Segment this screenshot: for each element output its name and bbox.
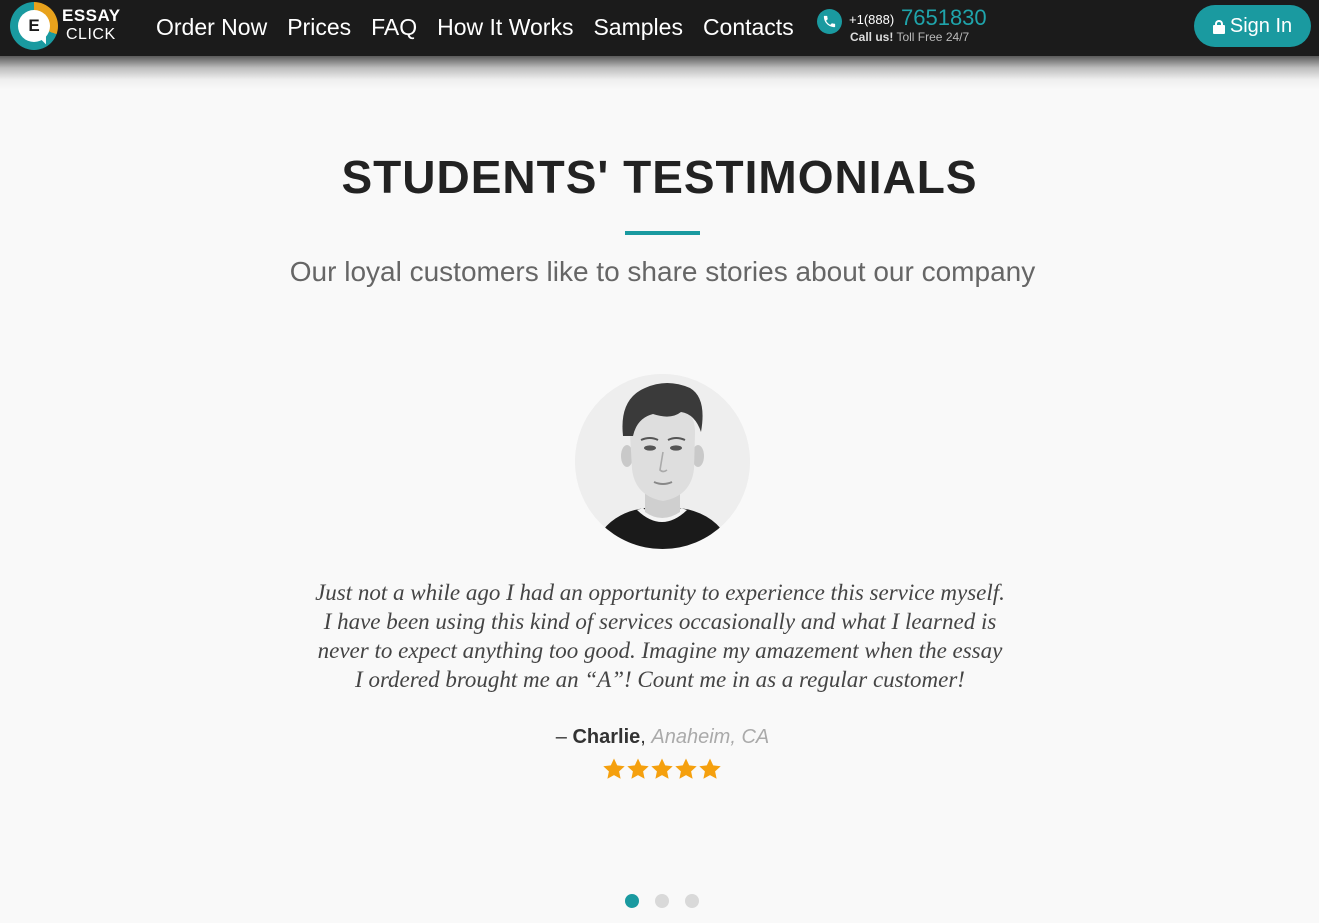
- title-divider: [625, 231, 700, 235]
- toll-free-label: Toll Free 24/7: [896, 30, 970, 44]
- star-icon: [627, 758, 649, 779]
- author-location: Anaheim, CA: [651, 726, 770, 748]
- star-icon: [651, 758, 673, 779]
- nav-samples[interactable]: Samples: [583, 14, 692, 41]
- logo-text-click: CLICK: [66, 26, 116, 43]
- star-icon: [699, 758, 721, 779]
- lock-icon: [1212, 20, 1225, 34]
- author-separator: ,: [640, 726, 646, 748]
- carousel-dot[interactable]: [685, 894, 699, 908]
- nav-order-now[interactable]: Order Now: [146, 14, 277, 41]
- sign-in-label: Sign In: [1229, 14, 1293, 37]
- customer-avatar: [575, 374, 750, 549]
- quote-line: Just not a while ago I had an opportunit…: [315, 580, 1005, 605]
- sign-in-button[interactable]: Sign In: [1194, 5, 1311, 47]
- phone-prefix: +1(888): [849, 12, 895, 27]
- section-subtitle: Our loyal customers like to share storie…: [289, 256, 1036, 287]
- carousel-dot[interactable]: [625, 894, 639, 908]
- nav-prices[interactable]: Prices: [277, 14, 361, 41]
- author-name: Charlie: [572, 726, 641, 748]
- quote-line: I ordered brought me an “A”! Count me in…: [355, 667, 965, 692]
- logo-ring: E: [10, 2, 58, 50]
- phone-contact[interactable]: +1(888) 7651830 Call us! Toll Free 24/7: [817, 5, 1017, 49]
- nav-faq[interactable]: FAQ: [361, 14, 427, 41]
- main-nav: Order Now Prices FAQ How It Works Sample…: [146, 0, 804, 54]
- logo-text-essay: ESSAY: [62, 6, 121, 25]
- carousel-dots: [625, 894, 699, 908]
- star-rating: [602, 757, 727, 783]
- essay-click-logo[interactable]: E ESSAY CLICK: [10, 2, 130, 52]
- phone-number[interactable]: 7651830: [901, 5, 987, 31]
- star-icon: [603, 758, 625, 779]
- carousel-dot[interactable]: [655, 894, 669, 908]
- phone-icon: [817, 9, 842, 34]
- call-us-label: Call us!: [850, 30, 894, 44]
- author-dash: –: [555, 726, 567, 748]
- quote-line: never to expect anything too good. Imagi…: [317, 638, 1003, 663]
- nav-contacts[interactable]: Contacts: [693, 14, 804, 41]
- phone-call-text: Call us! Toll Free 24/7: [850, 30, 969, 44]
- quote-line: I have been using this kind of services …: [323, 609, 997, 634]
- header-shadow: [0, 56, 1319, 90]
- testimonial-author: – Charlie, Anaheim, CA: [0, 726, 1319, 749]
- nav-how-it-works[interactable]: How It Works: [427, 14, 583, 41]
- testimonial-quote: Just not a while ago I had an opportunit…: [260, 578, 1060, 694]
- top-navbar: E ESSAY CLICK Order Now Prices FAQ How I…: [0, 0, 1319, 56]
- star-icon: [675, 758, 697, 779]
- section-title: STUDENTS' TESTIMONIALS: [341, 151, 978, 203]
